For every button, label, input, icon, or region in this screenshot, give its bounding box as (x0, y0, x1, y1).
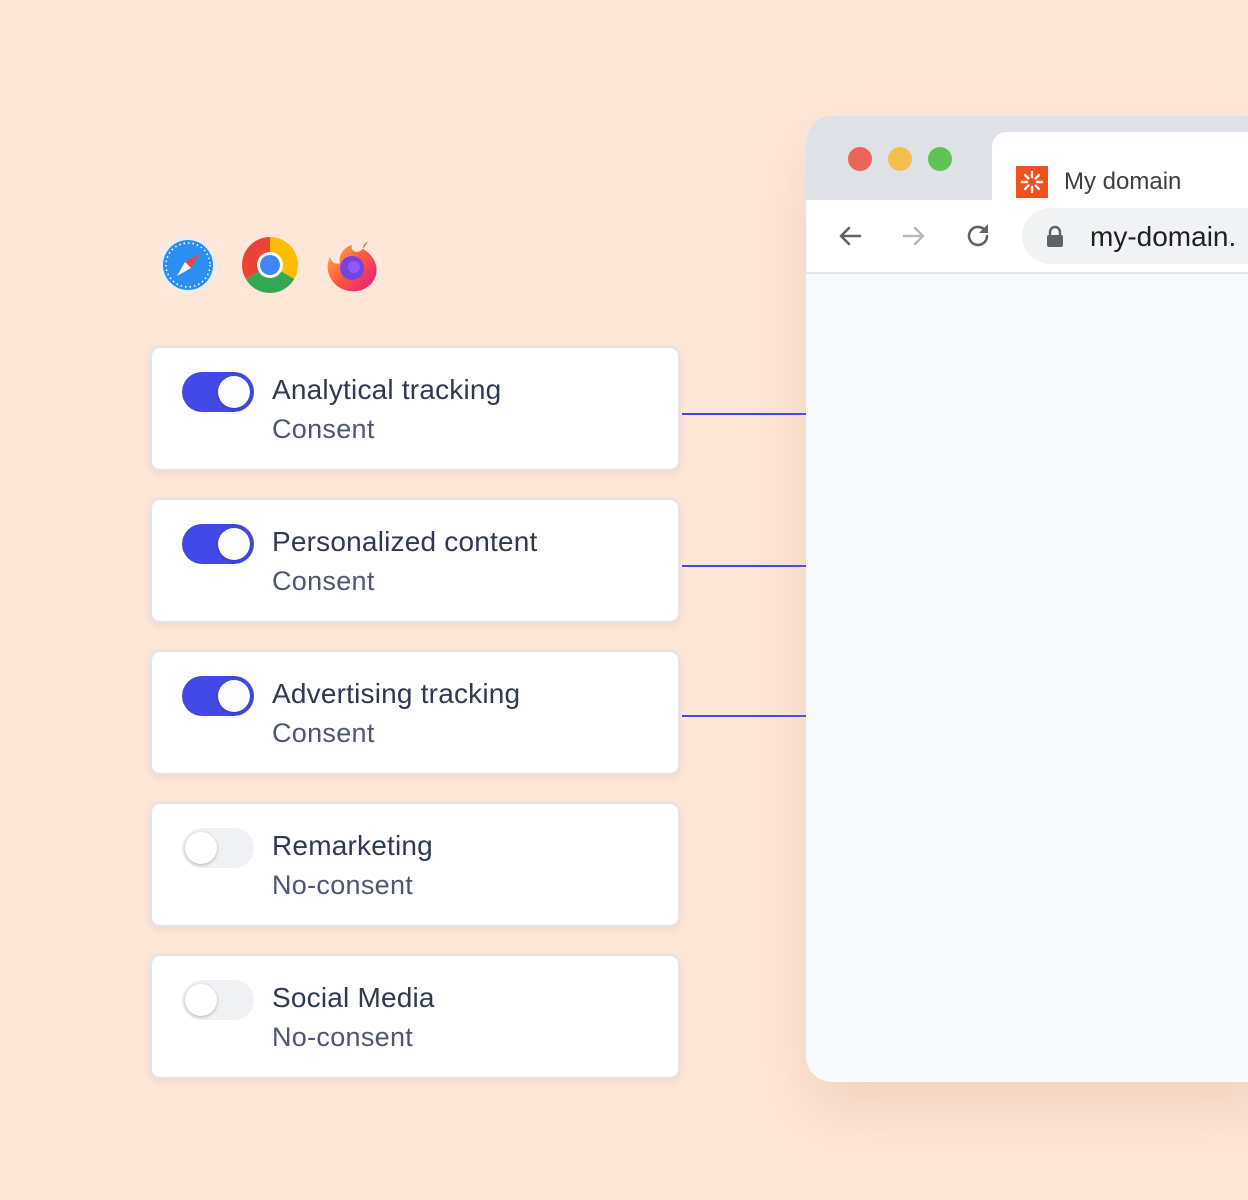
consent-card-social: Social Media No-consent (150, 954, 680, 1079)
consent-card-advertising: Advertising tracking Consent (150, 650, 680, 775)
consent-title: Analytical tracking (272, 374, 502, 405)
social-media-toggle[interactable] (182, 980, 254, 1020)
consent-status: No-consent (272, 870, 414, 900)
toggle-knob (218, 528, 250, 560)
browser-icons (158, 235, 382, 295)
minimize-window-button[interactable] (888, 147, 912, 171)
browser-window: My domain my-domain. (806, 116, 1248, 1082)
consent-status: Consent (272, 414, 375, 444)
analytical-toggle[interactable] (182, 372, 254, 412)
back-arrow-icon[interactable] (834, 220, 866, 252)
consent-title: Advertising tracking (272, 678, 521, 709)
toggle-knob (218, 376, 250, 408)
consent-status: Consent (272, 718, 375, 748)
url-text: my-domain. (1090, 221, 1237, 252)
browser-tab[interactable]: My domain (992, 132, 1248, 204)
favicon-icon (1016, 166, 1048, 198)
consent-status: Consent (272, 566, 375, 596)
consent-card-analytical: Analytical tracking Consent (150, 346, 680, 471)
forward-arrow-icon[interactable] (898, 220, 930, 252)
close-window-button[interactable] (848, 147, 872, 171)
address-bar[interactable]: my-domain. (1022, 208, 1248, 264)
consent-title: Remarketing (272, 830, 433, 861)
tab-title: My domain (1064, 168, 1182, 195)
consent-title: Social Media (272, 982, 435, 1013)
maximize-window-button[interactable] (928, 147, 952, 171)
window-titlebar: My domain (806, 116, 1248, 204)
lock-icon (1047, 225, 1063, 247)
personalized-toggle[interactable] (182, 524, 254, 564)
consent-card-personalized: Personalized content Consent (150, 498, 680, 623)
toggle-knob (218, 680, 250, 712)
browser-toolbar: my-domain. (806, 200, 1248, 274)
consent-status: No-consent (272, 1022, 414, 1052)
advertising-toggle[interactable] (182, 676, 254, 716)
remarketing-toggle[interactable] (182, 828, 254, 868)
consent-title: Personalized content (272, 526, 538, 557)
consent-card-remarketing: Remarketing No-consent (150, 802, 680, 927)
toggle-knob (185, 832, 217, 864)
toggle-knob (185, 984, 217, 1016)
safari-icon (160, 237, 216, 293)
firefox-icon (327, 241, 377, 292)
chrome-icon (241, 237, 299, 294)
reload-icon[interactable] (962, 220, 994, 252)
